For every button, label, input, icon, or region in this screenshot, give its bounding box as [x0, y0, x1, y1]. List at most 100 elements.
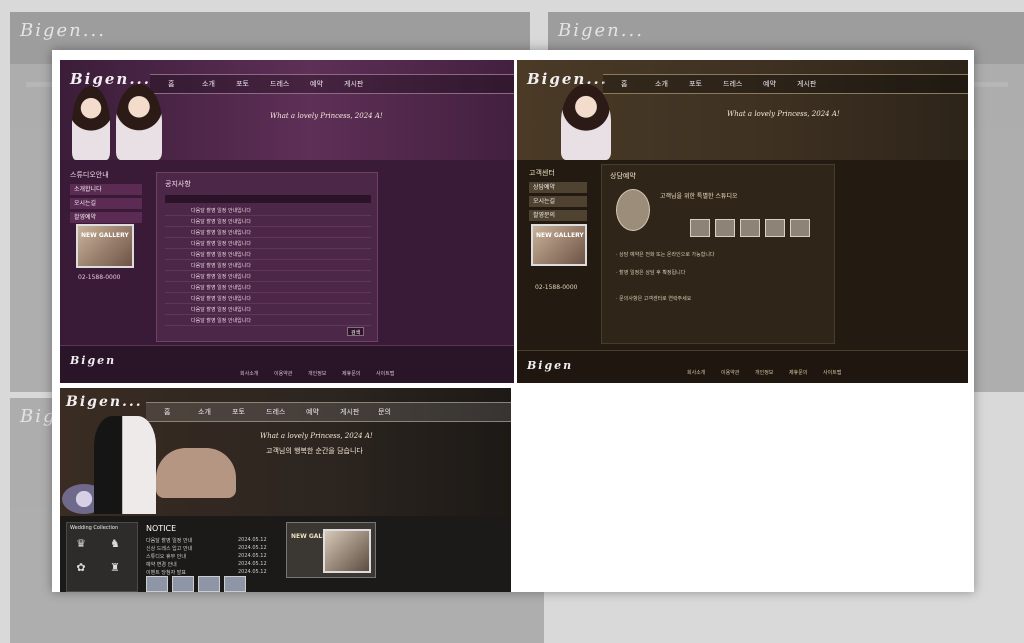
table-row-title[interactable]: 다음달 촬영 일정 안내입니다: [191, 284, 251, 291]
dark-nav-home[interactable]: 홈: [164, 407, 170, 417]
dark-tagline-sub: 고객님의 행복한 순간을 담습니다: [266, 447, 363, 455]
dark-nav-about[interactable]: 소개: [198, 407, 211, 417]
purple-nav-home[interactable]: 홈: [168, 79, 174, 89]
purple-nav-board[interactable]: 게시판: [344, 79, 363, 89]
list-item-date: 2024.05.12: [238, 537, 267, 543]
dark-nav-dress[interactable]: 드레스: [266, 407, 285, 417]
brown-side-item[interactable]: 촬영문의: [529, 210, 587, 221]
brown-logo[interactable]: Bigen...: [527, 70, 608, 88]
brown-footer-logo: Bigen: [527, 359, 574, 372]
table-row[interactable]: 다음달 촬영 일정 안내입니다: [165, 216, 371, 227]
list-item-title[interactable]: 스튜디오 휴무 안내: [146, 553, 186, 560]
table-row[interactable]: 다음달 촬영 일정 안내입니다: [165, 271, 371, 282]
list-item-date: 2024.05.12: [238, 553, 267, 559]
list-item-title[interactable]: 이벤트 당첨자 발표: [146, 569, 186, 576]
bottle-icon[interactable]: ♜: [109, 561, 121, 575]
brown-header: Bigen... 홈 소개 포토 드레스 예약 게시판 What a lovel…: [517, 60, 968, 160]
table-row[interactable]: 다음달 촬영 일정 안내입니다: [165, 315, 371, 326]
table-row-title[interactable]: 다음달 촬영 일정 안내입니다: [191, 229, 251, 236]
brown-nav-home[interactable]: 홈: [621, 79, 627, 89]
footer-link[interactable]: 제휴문의: [342, 370, 360, 377]
carriage-icon[interactable]: ♞: [109, 537, 121, 551]
brown-option-box[interactable]: [715, 219, 735, 237]
purple-side-item[interactable]: 소개합니다: [70, 184, 142, 195]
list-item[interactable]: 이벤트 당첨자 발표 2024.05.12: [146, 568, 276, 576]
brown-template: Bigen... 홈 소개 포토 드레스 예약 게시판 What a lovel…: [517, 60, 968, 383]
table-row[interactable]: 다음달 촬영 일정 안내입니다: [165, 304, 371, 315]
brown-option-box[interactable]: [740, 219, 760, 237]
dark-gallery-card[interactable]: NEW GALLERY: [286, 522, 376, 578]
brown-side-title: 고객센터: [529, 169, 555, 177]
list-item[interactable]: 신상 드레스 입고 안내 2024.05.12: [146, 544, 276, 552]
list-item-title[interactable]: 신상 드레스 입고 안내: [146, 545, 192, 552]
purple-search-button[interactable]: 검색: [347, 327, 365, 336]
footer-link[interactable]: 개인정보: [308, 370, 326, 377]
brown-nav-about[interactable]: 소개: [655, 79, 668, 89]
dark-nav-board[interactable]: 게시판: [340, 407, 359, 417]
table-row-title[interactable]: 다음달 촬영 일정 안내입니다: [191, 262, 251, 269]
footer-link[interactable]: 이용약관: [274, 370, 292, 377]
dress-icon[interactable]: ♛: [75, 537, 87, 551]
table-row-title[interactable]: 다음달 촬영 일정 안내입니다: [191, 207, 251, 214]
purple-nav-about[interactable]: 소개: [202, 79, 215, 89]
purple-side-item[interactable]: 오시는길: [70, 198, 142, 209]
brown-side-item[interactable]: 오시는길: [529, 196, 587, 207]
dark-nav-reserve[interactable]: 예약: [306, 407, 319, 417]
table-row[interactable]: 다음달 촬영 일정 안내입니다: [165, 205, 371, 216]
brown-option-box[interactable]: [690, 219, 710, 237]
brown-option-box[interactable]: [790, 219, 810, 237]
table-row-title[interactable]: 다음달 촬영 일정 안내입니다: [191, 273, 251, 280]
brown-nav-reserve[interactable]: 예약: [763, 79, 776, 89]
bouquet-icon[interactable]: ✿: [75, 561, 87, 575]
purple-side-title: 스튜디오안내: [70, 171, 109, 179]
brown-hero-bride: [561, 84, 611, 160]
purple-phone: 02-1588-0000: [78, 274, 121, 281]
purple-nav: 홈 소개 포토 드레스 예약 게시판: [150, 74, 514, 94]
purple-nav-reserve[interactable]: 예약: [310, 79, 323, 89]
table-row[interactable]: 다음달 촬영 일정 안내입니다: [165, 260, 371, 271]
dark-thumb[interactable]: [146, 576, 168, 592]
list-item[interactable]: 스튜디오 휴무 안내 2024.05.12: [146, 552, 276, 560]
brown-nav-dress[interactable]: 드레스: [723, 79, 742, 89]
brown-option-box[interactable]: [765, 219, 785, 237]
list-item[interactable]: 다음달 촬영 일정 안내 2024.05.12: [146, 536, 276, 544]
list-item[interactable]: 예약 변경 안내 2024.05.12: [146, 560, 276, 568]
footer-link[interactable]: 회사소개: [687, 369, 705, 376]
footer-link[interactable]: 개인정보: [755, 369, 773, 376]
table-row[interactable]: 다음달 촬영 일정 안내입니다: [165, 282, 371, 293]
table-row-title[interactable]: 다음달 촬영 일정 안내입니다: [191, 240, 251, 247]
dark-tagline: What a lovely Princess, 2024 A!: [260, 432, 373, 440]
table-row[interactable]: 다음달 촬영 일정 안내입니다: [165, 227, 371, 238]
footer-link[interactable]: 이용약관: [721, 369, 739, 376]
footer-link[interactable]: 사이트맵: [376, 370, 394, 377]
list-item-title[interactable]: 다음달 촬영 일정 안내: [146, 537, 192, 544]
footer-link[interactable]: 사이트맵: [823, 369, 841, 376]
table-row[interactable]: 다음달 촬영 일정 안내입니다: [165, 238, 371, 249]
brown-nav-photo[interactable]: 포토: [689, 79, 702, 89]
brown-phone: 02-1588-0000: [535, 284, 578, 291]
dark-logo[interactable]: Bigen...: [66, 394, 143, 410]
table-row[interactable]: 다음달 촬영 일정 안내입니다: [165, 249, 371, 260]
footer-link[interactable]: 제휴문의: [789, 369, 807, 376]
table-row-title[interactable]: 다음달 촬영 일정 안내입니다: [191, 218, 251, 225]
purple-nav-photo[interactable]: 포토: [236, 79, 249, 89]
table-row-title[interactable]: 다음달 촬영 일정 안내입니다: [191, 295, 251, 302]
table-row-title[interactable]: 다음달 촬영 일정 안내입니다: [191, 306, 251, 313]
list-item-title[interactable]: 예약 변경 안내: [146, 561, 177, 568]
brown-side-item[interactable]: 상담예약: [529, 182, 587, 193]
dark-thumb[interactable]: [172, 576, 194, 592]
table-row-title[interactable]: 다음달 촬영 일정 안내입니다: [191, 317, 251, 324]
brown-gallery-thumb[interactable]: NEW GALLERY: [531, 224, 587, 266]
dark-nav-photo[interactable]: 포토: [232, 407, 245, 417]
dark-thumb[interactable]: [198, 576, 220, 592]
table-row-title[interactable]: 다음달 촬영 일정 안내입니다: [191, 251, 251, 258]
purple-nav-dress[interactable]: 드레스: [270, 79, 289, 89]
table-row[interactable]: 다음달 촬영 일정 안내입니다: [165, 293, 371, 304]
brown-tagline: What a lovely Princess, 2024 A!: [727, 110, 840, 118]
dark-nav-contact[interactable]: 문의: [378, 407, 391, 417]
purple-gallery-thumb[interactable]: NEW GALLERY: [76, 224, 134, 268]
dark-thumb[interactable]: [224, 576, 246, 592]
brown-nav-board[interactable]: 게시판: [797, 79, 816, 89]
purple-side-item[interactable]: 촬영예약: [70, 212, 142, 223]
footer-link[interactable]: 회사소개: [240, 370, 258, 377]
